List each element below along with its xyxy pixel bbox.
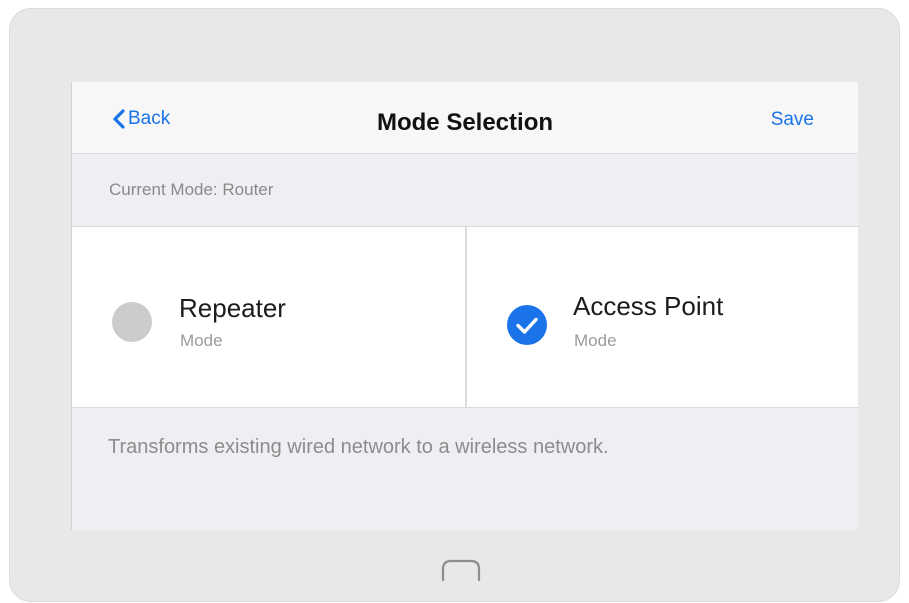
option-subtitle: Mode <box>180 331 223 350</box>
home-button-icon[interactable] <box>438 558 484 582</box>
option-repeater[interactable]: Repeater Mode <box>72 227 467 407</box>
option-title: Repeater <box>179 293 286 323</box>
empty-circle-icon <box>112 302 152 342</box>
page-title: Mode Selection <box>376 109 554 136</box>
app-screen: Back Mode Selection Save Current Mode: R… <box>71 82 858 530</box>
option-access-point[interactable]: Access Point Mode <box>467 227 858 407</box>
chevron-left-icon <box>113 109 125 129</box>
checkmark-circle-icon <box>507 305 547 345</box>
back-button[interactable]: Back <box>112 108 170 130</box>
current-mode-text: Current Mode: Router <box>109 180 274 199</box>
navigation-bar: Back Mode Selection Save <box>72 82 858 154</box>
option-subtitle: Mode <box>574 331 617 350</box>
checkmark-icon <box>516 317 538 334</box>
current-mode-banner: Current Mode: Router <box>72 154 858 227</box>
option-title: Access Point <box>573 291 724 321</box>
save-button[interactable]: Save <box>771 109 814 131</box>
mode-description: Transforms existing wired network to a w… <box>108 436 609 458</box>
mode-options: Repeater Mode Access Point Mode <box>72 227 858 408</box>
mode-description-panel: Transforms existing wired network to a w… <box>72 408 858 530</box>
back-label: Back <box>128 108 171 129</box>
